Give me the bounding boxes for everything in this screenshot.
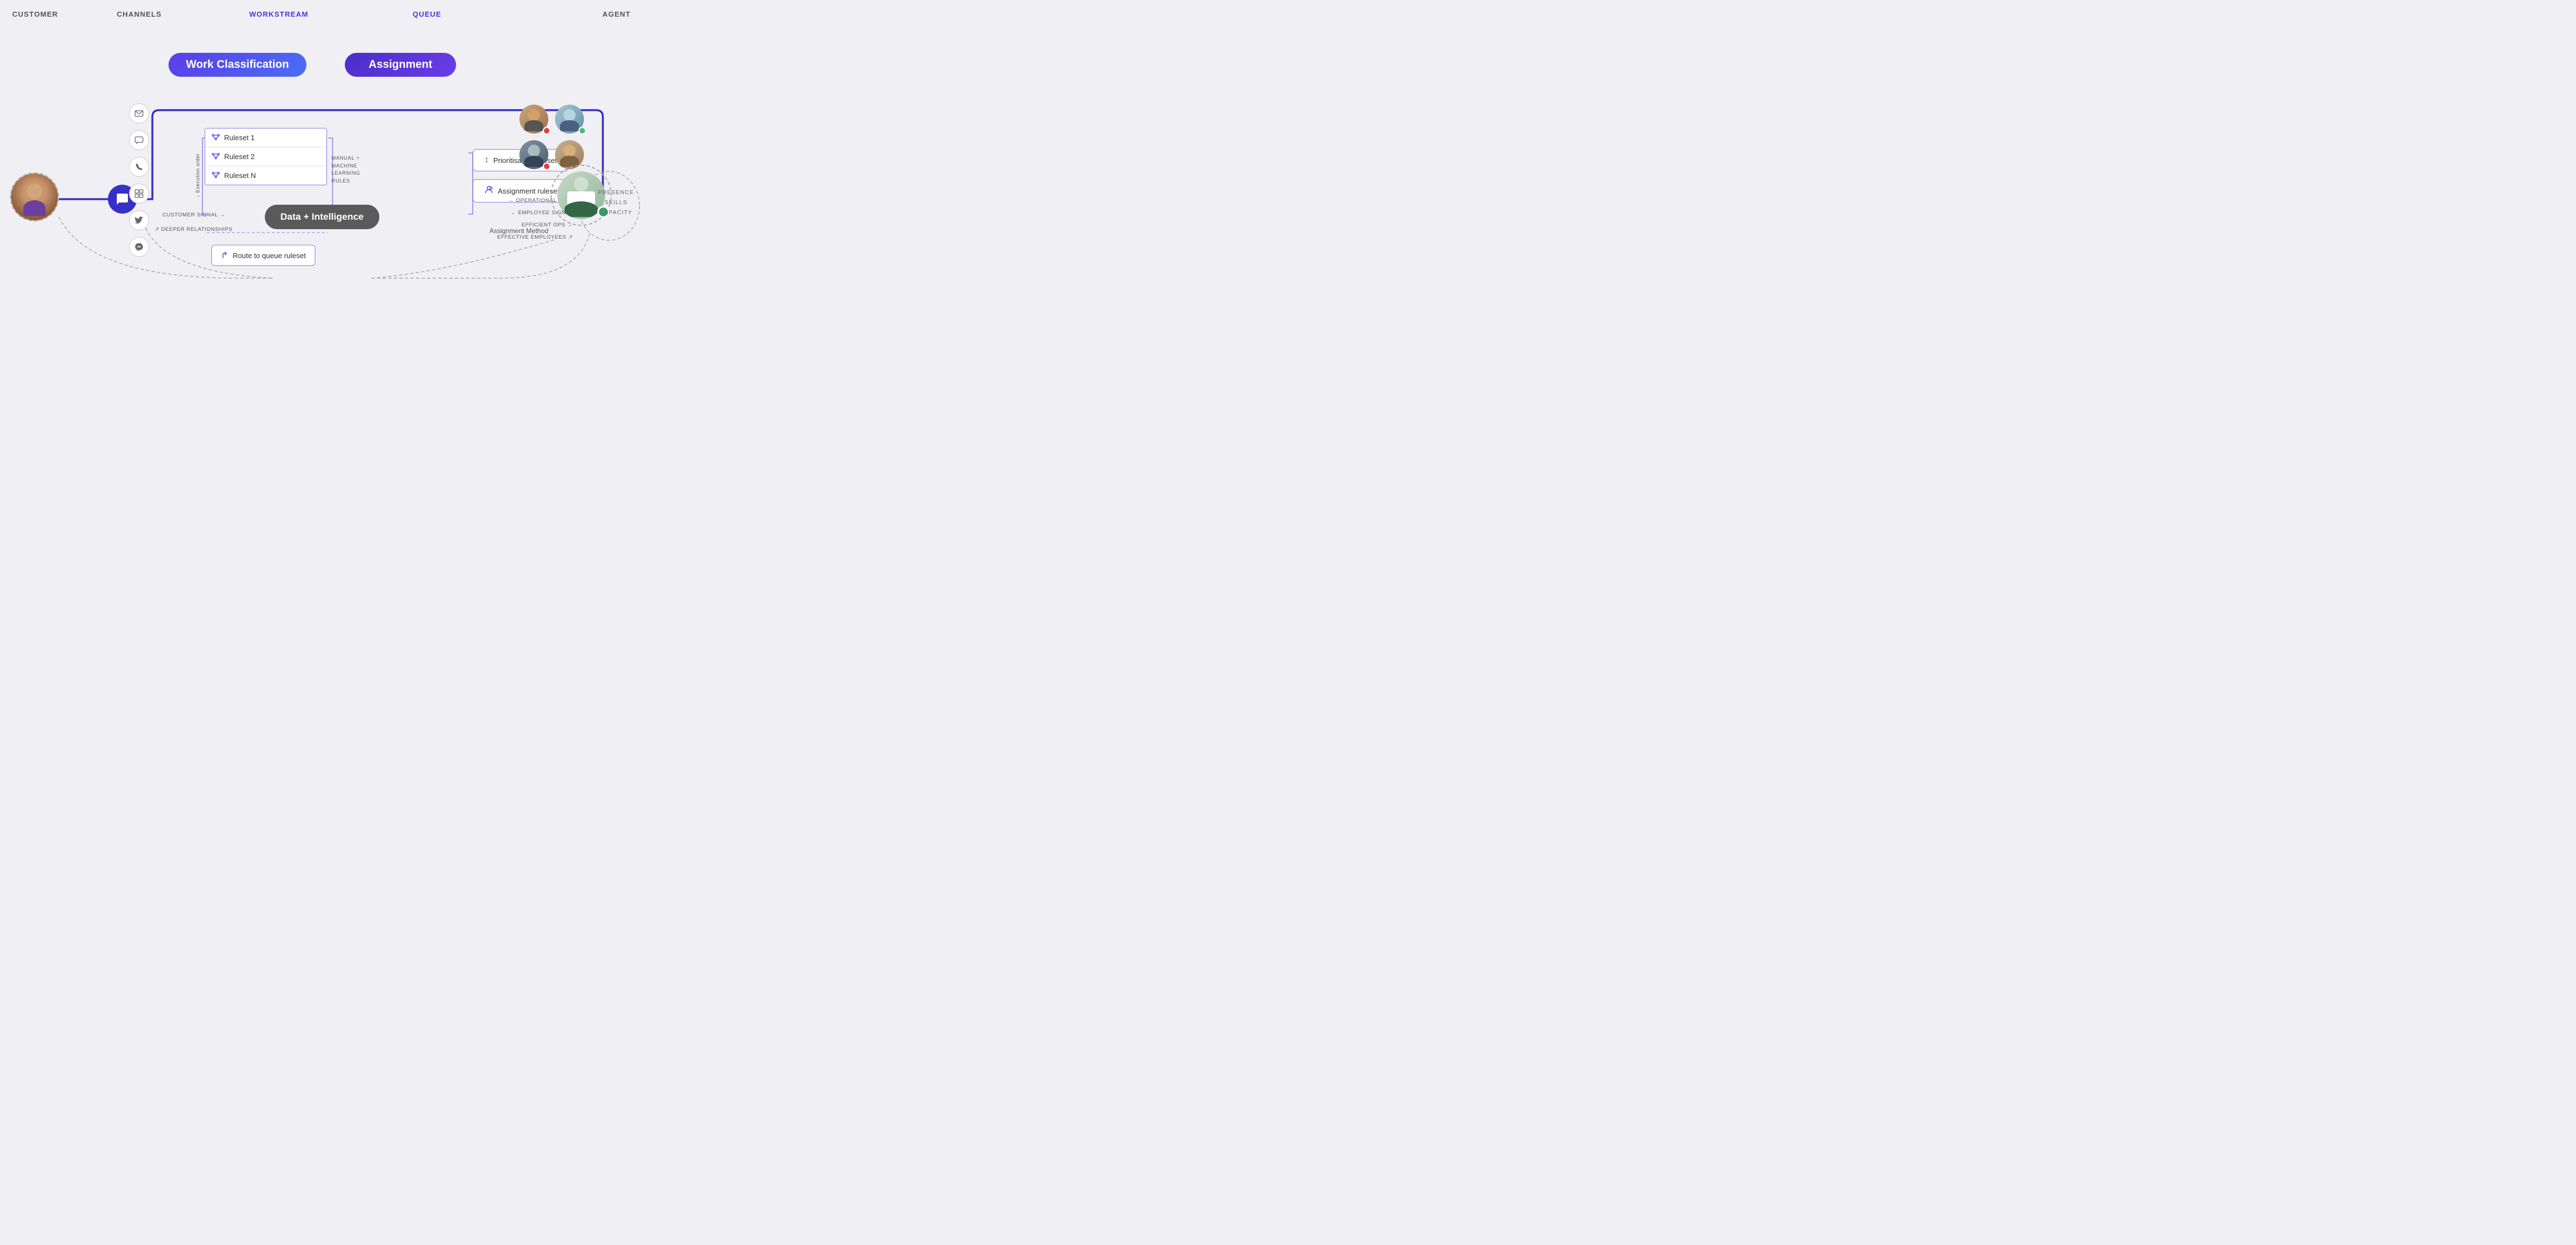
prioritisation-icon: ↕ — [484, 155, 489, 165]
ml-rules-label: MANUAL + MACHINE LEARNING RULES — [331, 155, 360, 185]
assignment-badge: Assignment — [345, 53, 456, 77]
ruleset-1-icon — [212, 133, 220, 142]
presence-label: PRESENCE — [598, 188, 634, 198]
skills-label: SKILLS — [598, 198, 634, 208]
route-icon: ↱ — [221, 250, 228, 261]
agent-info: PRESENCE SKILLS CAPACITY — [598, 188, 634, 218]
diagram-container: CUSTOMER CHANNELS WORKSTREAM QUEUE AGENT… — [0, 0, 644, 312]
email-channel-icon[interactable] — [129, 103, 149, 123]
sms-channel-icon[interactable] — [129, 130, 149, 150]
widget-channel-icon[interactable] — [129, 184, 149, 204]
ruleset-1-item: Ruleset 1 — [205, 129, 326, 147]
route-queue-label: Route to queue ruleset — [232, 251, 306, 260]
workstream-header: WORKSTREAM — [249, 10, 308, 18]
route-to-queue-box: ↱ Route to queue ruleset — [211, 245, 315, 266]
phone-channel-icon[interactable] — [129, 157, 149, 177]
work-classification-badge: Work Classification — [169, 53, 306, 77]
deeper-relationships-label: ↗ DEEPER RELATIONSHIPS — [155, 226, 232, 233]
agent-1-status-dot — [543, 127, 551, 135]
capacity-label: CAPACITY — [598, 208, 634, 218]
ruleset-2-icon — [212, 152, 220, 161]
customer-signal-label: CUSTOMER SIGNAL → — [162, 212, 225, 218]
messenger-channel-icon[interactable] — [129, 237, 149, 257]
channels-header: CHANNELS — [117, 10, 162, 18]
agent-header: AGENT — [602, 10, 631, 18]
customer-header: CUSTOMER — [12, 10, 58, 18]
agent-3-status-dot — [543, 162, 551, 170]
queue-header: QUEUE — [413, 10, 441, 18]
execution-order-label: ↓ Execution order — [195, 153, 201, 197]
ruleset-2-label: Ruleset 2 — [224, 152, 255, 161]
customer-avatar — [10, 172, 59, 221]
ruleset-1-label: Ruleset 1 — [224, 134, 255, 142]
ruleset-n-label: Ruleset N — [224, 171, 256, 180]
data-intelligence-pill: Data + Intelligence — [265, 205, 379, 229]
twitter-channel-icon[interactable] — [129, 210, 149, 230]
efficient-ops-label: EFFICIENT OPS → — [522, 222, 573, 228]
ruleset-container: Ruleset 1 Ruleset 2 — [205, 128, 327, 185]
effective-employees-label: EFFECTIVE EMPLOYEES ↗ — [497, 234, 573, 240]
assignment-ruleset-icon — [484, 185, 493, 196]
agent-2-status-dot — [578, 127, 586, 135]
assignment-method-label: Assignment Method — [489, 227, 548, 235]
ruleset-2-item: Ruleset 2 — [205, 147, 326, 166]
assignment-ruleset-label: Assignment ruleset — [498, 187, 559, 195]
ruleset-n-icon — [212, 171, 220, 180]
ruleset-n-item: Ruleset N — [205, 166, 326, 185]
